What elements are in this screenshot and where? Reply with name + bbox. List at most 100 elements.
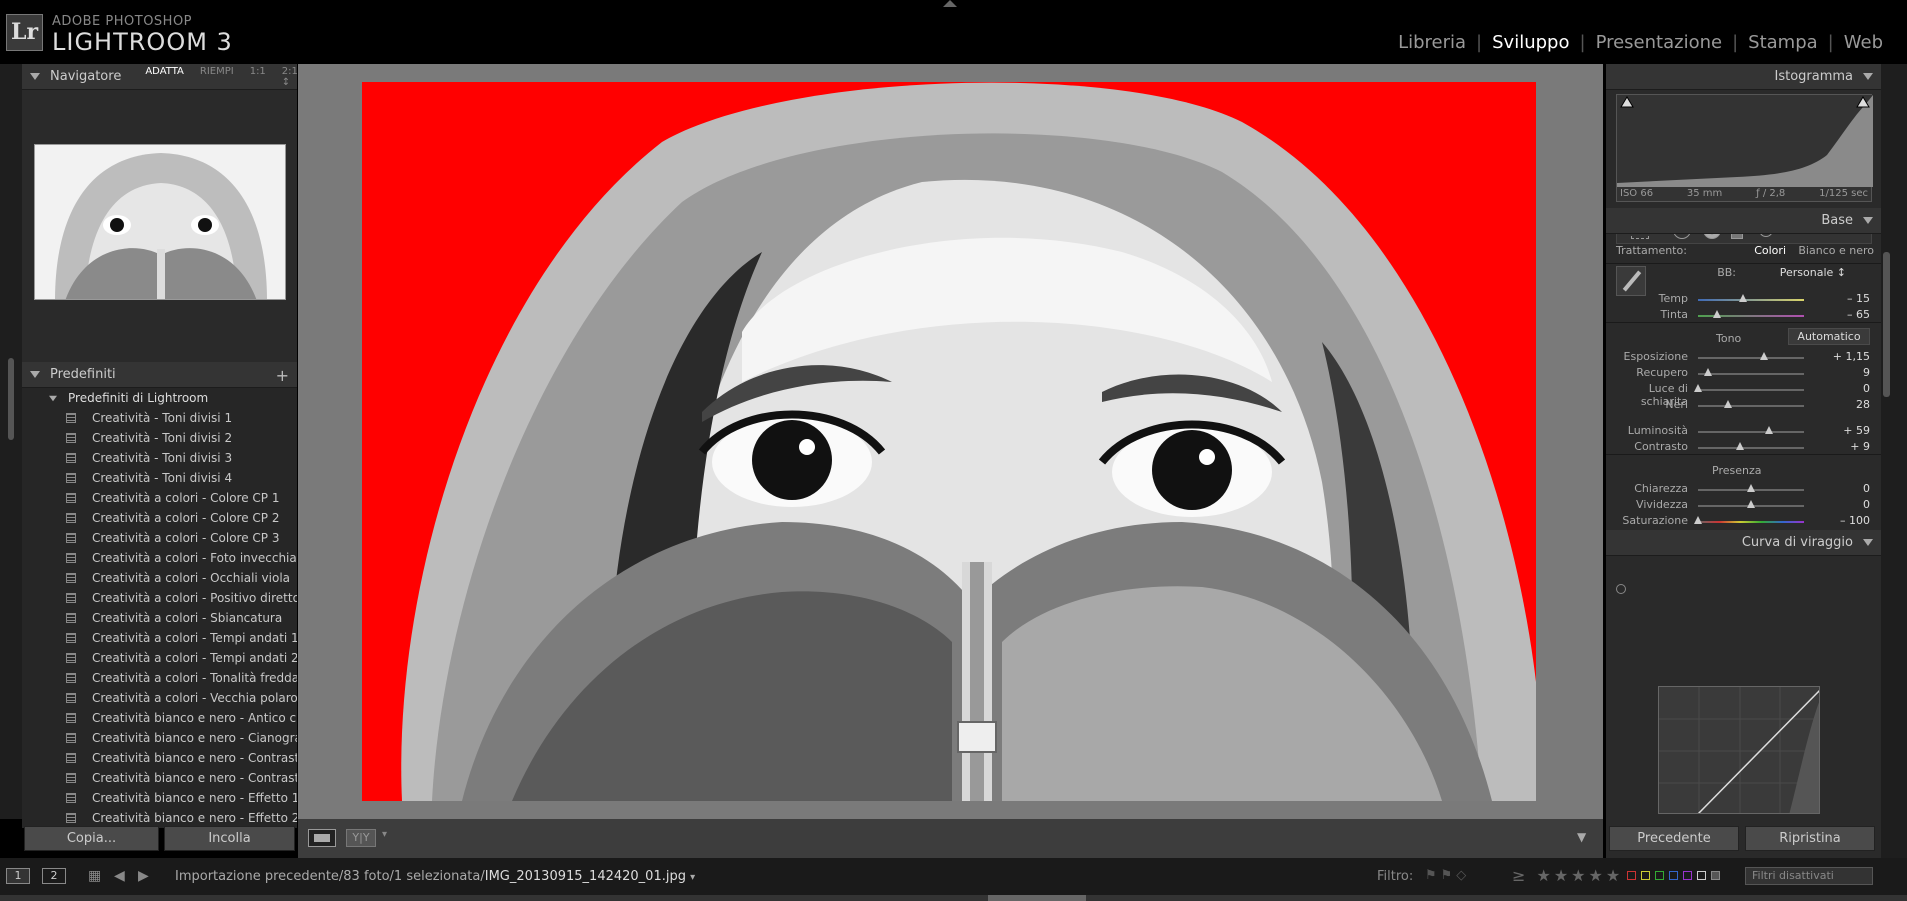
preset-item[interactable]: Creatività a colori - Colore CP 1	[22, 488, 297, 508]
slider-value[interactable]: 0	[1830, 382, 1870, 395]
preset-item[interactable]: Creatività - Toni divisi 3	[22, 448, 297, 468]
preset-item[interactable]: Creatività a colori - Tonalità fredda	[22, 668, 297, 688]
slider-knob[interactable]	[1694, 384, 1702, 392]
preset-item[interactable]: Creatività a colori - Occhiali viola	[22, 568, 297, 588]
zoom-2-1[interactable]: 2:1 ↕	[282, 66, 298, 88]
slider-value[interactable]: 28	[1830, 398, 1870, 411]
collapse-triangle-icon[interactable]	[1863, 217, 1873, 224]
color-label-red[interactable]	[1627, 871, 1636, 880]
grid-icon[interactable]: ▦	[88, 868, 101, 884]
target-adjust-icon[interactable]	[1616, 584, 1626, 594]
slider-knob[interactable]	[1738, 294, 1747, 302]
slider-value[interactable]: 9	[1830, 366, 1870, 379]
auto-tone-button[interactable]: Automatico	[1788, 328, 1870, 345]
preset-item[interactable]: Creatività a colori - Tempi andati 2	[22, 648, 297, 668]
preset-item[interactable]: Creatività a colori - Vecchia polaroid	[22, 688, 297, 708]
color-label-other[interactable]	[1711, 871, 1720, 880]
zoom-fill[interactable]: RIEMPI	[200, 66, 234, 88]
toolbar-menu-icon[interactable]: ▼	[1577, 830, 1586, 844]
slider-value[interactable]: + 59	[1830, 424, 1870, 437]
preset-item[interactable]: Creatività bianco e nero - Contrasto ri.…	[22, 768, 297, 788]
slider-knob[interactable]	[1703, 368, 1712, 376]
slider-knob[interactable]	[1747, 500, 1755, 508]
copy-button[interactable]: Copia...	[24, 826, 159, 851]
preset-folder[interactable]: Predefiniti di Lightroom	[22, 388, 297, 408]
slider-knob[interactable]	[1759, 352, 1768, 360]
top-panel-toggle-icon[interactable]	[943, 0, 957, 7]
right-scrollbar[interactable]	[1883, 252, 1890, 397]
reset-button[interactable]: Ripristina	[1745, 826, 1875, 851]
color-label-none[interactable]	[1697, 871, 1706, 880]
collapse-triangle-icon[interactable]	[30, 371, 40, 378]
color-label-yellow[interactable]	[1641, 871, 1650, 880]
collapse-triangle-icon[interactable]	[30, 73, 40, 80]
histogram-header[interactable]: Istogramma	[1606, 64, 1881, 90]
preset-item[interactable]: Creatività - Toni divisi 2	[22, 428, 297, 448]
filmstrip-toggle[interactable]	[988, 895, 1086, 901]
slider-knob[interactable]	[1747, 484, 1755, 492]
slider-value[interactable]: – 65	[1830, 308, 1870, 321]
color-label-green[interactable]	[1655, 871, 1664, 880]
module-stampa[interactable]: Stampa	[1738, 32, 1828, 53]
zoom-1-1[interactable]: 1:1	[250, 66, 266, 88]
before-after-button[interactable]: Y|Y	[346, 829, 376, 847]
slider-value[interactable]: 0	[1830, 482, 1870, 495]
filter-preset-select[interactable]: Filtri disattivati	[1745, 867, 1873, 885]
forward-arrow-icon[interactable]: ▶	[138, 868, 149, 884]
preset-item[interactable]: Creatività - Toni divisi 4	[22, 468, 297, 488]
treatment-color[interactable]: Colori	[1736, 244, 1786, 257]
previous-button[interactable]: Precedente	[1609, 826, 1739, 851]
slider-track[interactable]	[1698, 431, 1804, 433]
slider-knob[interactable]	[1713, 310, 1722, 318]
histogram-chart[interactable]	[1616, 94, 1873, 202]
preset-item[interactable]: Creatività bianco e nero - Effetto 2	[22, 808, 297, 828]
collapse-triangle-icon[interactable]	[1863, 539, 1873, 546]
preset-item[interactable]: Creatività bianco e nero - Cianografia	[22, 728, 297, 748]
slider-track[interactable]	[1698, 447, 1804, 449]
flag-filter-icons[interactable]: ⚑⚑◇	[1425, 868, 1470, 883]
slider-value[interactable]: + 1,15	[1830, 350, 1870, 363]
slider-knob[interactable]	[1694, 516, 1702, 524]
slider-track[interactable]	[1698, 373, 1804, 375]
left-panel-edge[interactable]	[0, 64, 22, 819]
slider-track[interactable]	[1698, 405, 1804, 407]
rating-filter[interactable]: ≥ ★★★★★	[1512, 866, 1623, 885]
wb-select[interactable]: Personale ↕	[1746, 266, 1846, 279]
slider-track[interactable]	[1698, 521, 1804, 523]
color-label-purple[interactable]	[1683, 871, 1692, 880]
left-scrollbar[interactable]	[8, 358, 14, 440]
main-photo[interactable]	[362, 82, 1536, 801]
navigator-header[interactable]: Navigatore ADATTA RIEMPI 1:1 2:1 ↕	[22, 64, 298, 90]
folder-triangle-icon[interactable]	[49, 395, 57, 401]
source-path[interactable]: Importazione precedente/83 foto/1 selezi…	[175, 869, 695, 884]
preset-item[interactable]: Creatività bianco e nero - Antico chia..…	[22, 708, 297, 728]
slider-knob[interactable]	[1736, 442, 1745, 450]
navigator-thumbnail[interactable]	[34, 144, 286, 300]
zoom-fit[interactable]: ADATTA	[145, 66, 184, 88]
preset-item[interactable]: Creatività bianco e nero - Contrasto e..…	[22, 748, 297, 768]
slider-value[interactable]: 0	[1830, 498, 1870, 511]
preset-item[interactable]: Creatività a colori - Positivo diretto	[22, 588, 297, 608]
tone-curve-chart[interactable]	[1658, 686, 1820, 814]
filmstrip-edge[interactable]	[0, 895, 1907, 901]
preset-item[interactable]: Creatività - Toni divisi 1	[22, 408, 297, 428]
slider-value[interactable]: – 100	[1830, 514, 1870, 527]
preset-item[interactable]: Creatività a colori - Sbiancatura	[22, 608, 297, 628]
slider-knob[interactable]	[1765, 426, 1774, 434]
module-libreria[interactable]: Libreria	[1388, 32, 1476, 53]
slider-track[interactable]	[1698, 299, 1804, 301]
screen-1-button[interactable]: 1	[6, 868, 30, 884]
treatment-bw[interactable]: Bianco e nero	[1792, 244, 1874, 257]
preset-item[interactable]: Creatività bianco e nero - Effetto 1	[22, 788, 297, 808]
preset-item[interactable]: Creatività a colori - Foto invecchiata	[22, 548, 297, 568]
tone-curve-header[interactable]: Curva di viraggio	[1606, 530, 1881, 556]
color-label-blue[interactable]	[1669, 871, 1678, 880]
slider-track[interactable]	[1698, 389, 1804, 391]
loupe-view-button[interactable]	[308, 829, 336, 847]
slider-value[interactable]: – 15	[1830, 292, 1870, 305]
slider-value[interactable]: + 9	[1830, 440, 1870, 453]
right-panel-edge[interactable]	[1881, 64, 1907, 858]
screen-2-button[interactable]: 2	[42, 868, 66, 884]
collapse-triangle-icon[interactable]	[1863, 73, 1873, 80]
preset-item[interactable]: Creatività a colori - Colore CP 2	[22, 508, 297, 528]
